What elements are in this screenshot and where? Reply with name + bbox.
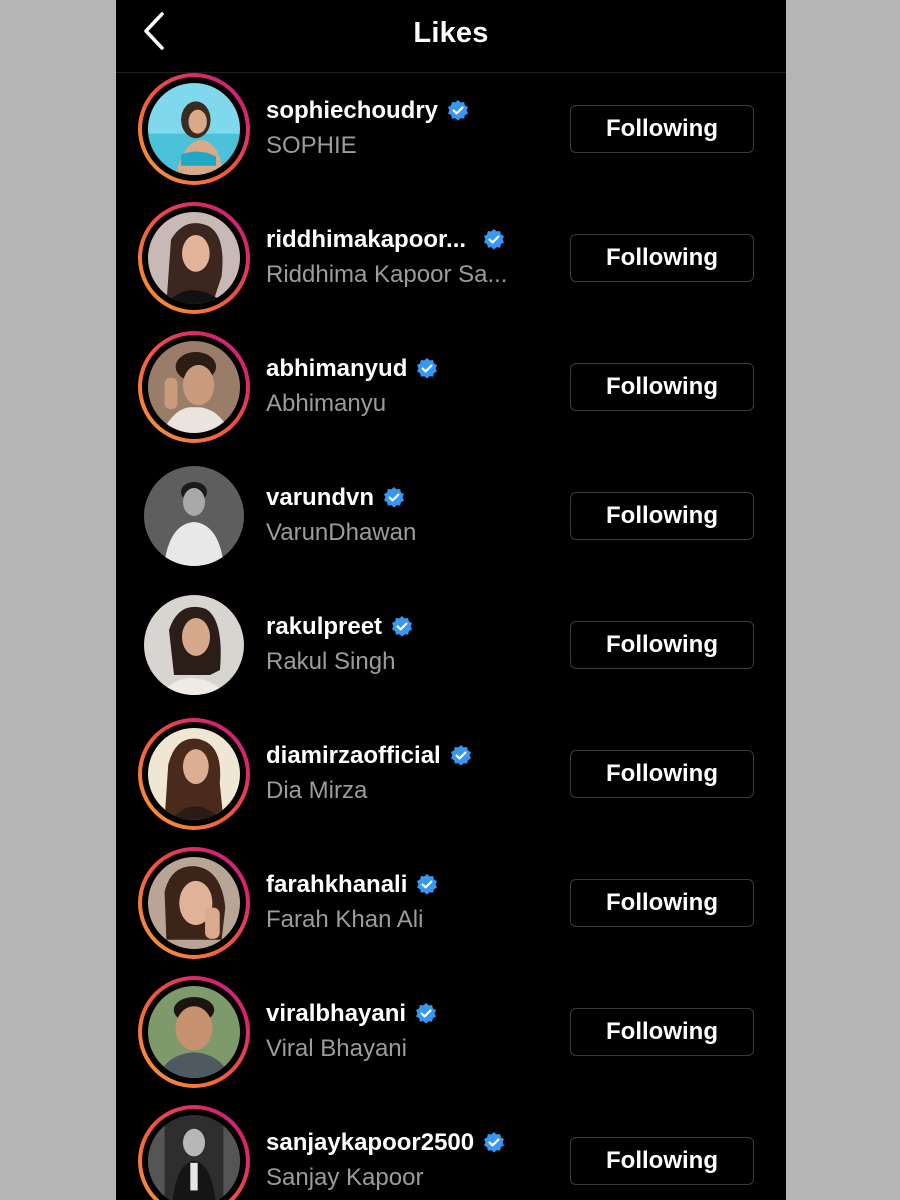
following-button[interactable]: Following	[570, 1137, 754, 1185]
verified-badge-icon	[382, 486, 406, 510]
full-name: VarunDhawan	[266, 519, 417, 546]
following-button[interactable]: Following	[570, 879, 754, 927]
verified-badge-icon	[414, 1002, 438, 1026]
following-button[interactable]: Following	[570, 1008, 754, 1056]
full-name: SOPHIE	[266, 132, 357, 159]
verified-badge-icon	[390, 615, 414, 639]
full-name: Farah Khan Ali	[266, 906, 424, 933]
following-button[interactable]: Following	[570, 492, 754, 540]
avatar[interactable]	[138, 847, 250, 959]
verified-badge-icon	[415, 357, 439, 381]
username[interactable]: abhimanyud	[266, 355, 407, 383]
username[interactable]: diamirzaofficial	[266, 742, 441, 770]
phone-screen: Likes sophiechoudry SOPHIE Following rid…	[116, 0, 786, 1200]
verified-badge-icon	[449, 744, 473, 768]
list-item: varundvn VarunDhawan Following	[116, 460, 786, 578]
username[interactable]: sophiechoudry	[266, 97, 438, 125]
avatar[interactable]	[138, 589, 250, 701]
username[interactable]: rakulpreet	[266, 613, 382, 641]
following-button[interactable]: Following	[570, 363, 754, 411]
avatar[interactable]	[138, 1105, 250, 1200]
following-button[interactable]: Following	[570, 105, 754, 153]
list-item: sophiechoudry SOPHIE Following	[116, 73, 786, 191]
list-item: riddhimakapoor... Riddhima Kapoor Sa... …	[116, 202, 786, 320]
full-name: Viral Bhayani	[266, 1035, 407, 1062]
list-item: rakulpreet Rakul Singh Following	[116, 589, 786, 707]
avatar[interactable]	[138, 202, 250, 314]
list-item: sanjaykapoor2500 Sanjay Kapoor Following	[116, 1105, 786, 1200]
list-item: viralbhayani Viral Bhayani Following	[116, 976, 786, 1094]
following-button[interactable]: Following	[570, 621, 754, 669]
avatar[interactable]	[138, 718, 250, 830]
following-button[interactable]: Following	[570, 234, 754, 282]
username[interactable]: riddhimakapoor...	[266, 226, 466, 254]
verified-badge-icon	[446, 99, 470, 123]
username[interactable]: viralbhayani	[266, 1000, 406, 1028]
verified-badge-icon	[415, 873, 439, 897]
full-name: Dia Mirza	[266, 777, 368, 804]
verified-badge-icon	[482, 228, 506, 252]
username[interactable]: varundvn	[266, 484, 374, 512]
avatar[interactable]	[138, 331, 250, 443]
page-title: Likes	[413, 16, 489, 49]
list-item: diamirzaofficial Dia Mirza Following	[116, 718, 786, 836]
avatar[interactable]	[138, 460, 250, 572]
full-name: Sanjay Kapoor	[266, 1164, 424, 1191]
list-item: farahkhanali Farah Khan Ali Following	[116, 847, 786, 965]
avatar[interactable]	[138, 73, 250, 185]
verified-badge-icon	[482, 1131, 506, 1155]
following-button[interactable]: Following	[570, 750, 754, 798]
full-name: Riddhima Kapoor Sa...	[266, 261, 508, 288]
list-item: abhimanyud Abhimanyu Following	[116, 331, 786, 449]
avatar[interactable]	[138, 976, 250, 1088]
full-name: Rakul Singh	[266, 648, 396, 675]
username[interactable]: farahkhanali	[266, 871, 407, 899]
username[interactable]: sanjaykapoor2500	[266, 1129, 474, 1157]
header: Likes	[116, 0, 786, 73]
full-name: Abhimanyu	[266, 390, 387, 417]
